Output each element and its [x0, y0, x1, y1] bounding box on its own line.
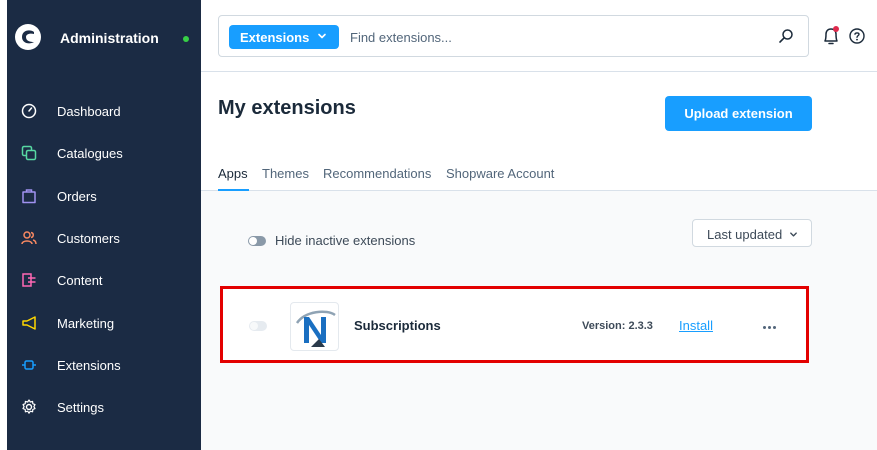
- nav-item-dashboard[interactable]: Dashboard: [7, 96, 201, 126]
- tab-recommendations[interactable]: Recommendations: [323, 166, 431, 181]
- extension-logo-icon: [295, 310, 336, 347]
- nav-label: Catalogues: [57, 146, 123, 161]
- toggle-knob: [249, 237, 257, 245]
- shopware-logo-icon[interactable]: [15, 24, 41, 50]
- tab-themes[interactable]: Themes: [262, 166, 309, 181]
- tab-apps[interactable]: Apps: [218, 166, 248, 181]
- sidebar-header: Administration: [7, 0, 201, 72]
- catalogues-icon: [21, 145, 37, 161]
- orders-icon: [22, 189, 36, 204]
- chevron-down-icon: [318, 33, 326, 39]
- extension-active-toggle[interactable]: [249, 321, 267, 331]
- toggle-knob: [250, 322, 258, 330]
- search-icon[interactable]: [778, 28, 794, 44]
- nav-item-orders[interactable]: Orders: [7, 181, 201, 211]
- customers-icon: [21, 231, 37, 245]
- more-actions-button[interactable]: [760, 315, 780, 335]
- sort-select[interactable]: Last updated: [692, 219, 812, 247]
- search-type-dropdown[interactable]: Extensions: [229, 25, 339, 49]
- search-bar: Extensions: [218, 15, 809, 57]
- content-icon: [22, 273, 36, 287]
- nav-label: Extensions: [57, 358, 121, 373]
- marketing-icon: [22, 316, 36, 330]
- notification-badge: [833, 26, 839, 32]
- extension-name: Subscriptions: [354, 318, 441, 333]
- sidebar: Administration Dashboard Catalogues Orde…: [7, 0, 201, 450]
- app-title: Administration: [60, 30, 159, 46]
- topbar: Extensions: [201, 0, 877, 72]
- status-indicator: [183, 36, 189, 42]
- dashboard-icon: [21, 103, 37, 119]
- settings-icon: [22, 399, 36, 414]
- extension-logo: [290, 302, 339, 351]
- page-title: My extensions: [218, 97, 356, 119]
- hide-inactive-toggle[interactable]: [248, 236, 266, 246]
- extension-card: Subscriptions Version: 2.3.3 Install: [220, 286, 809, 363]
- help-icon[interactable]: [849, 28, 865, 44]
- install-link[interactable]: Install: [679, 318, 713, 333]
- nav-label: Settings: [57, 400, 104, 415]
- nav-item-extensions[interactable]: Extensions: [7, 350, 201, 380]
- nav-item-content[interactable]: Content: [7, 265, 201, 295]
- tab-shopware-account[interactable]: Shopware Account: [446, 166, 554, 181]
- search-input[interactable]: [350, 26, 750, 48]
- dot: [763, 326, 766, 329]
- nav-item-catalogues[interactable]: Catalogues: [7, 138, 201, 168]
- nav-label: Content: [57, 273, 103, 288]
- nav-label: Orders: [57, 189, 97, 204]
- nav-label: Marketing: [57, 316, 115, 331]
- search-type-label: Extensions: [240, 30, 310, 45]
- nav-item-marketing[interactable]: Marketing: [7, 308, 201, 338]
- page-header: My extensions Upload extension Apps Them…: [201, 72, 877, 191]
- upload-extension-button[interactable]: Upload extension: [665, 96, 812, 131]
- extensions-icon: [22, 360, 36, 370]
- dot: [773, 326, 776, 329]
- chevron-down-icon: [790, 232, 797, 237]
- dot: [768, 326, 771, 329]
- nav-label: Customers: [57, 231, 120, 246]
- extension-version: Version: 2.3.3: [582, 320, 653, 332]
- app-window: Administration Dashboard Catalogues Orde…: [0, 0, 877, 450]
- extensions-content: Hide inactive extensions Last updated Su…: [201, 191, 877, 450]
- nav-label: Dashboard: [57, 104, 121, 119]
- hide-inactive-label: Hide inactive extensions: [275, 233, 416, 248]
- nav-item-customers[interactable]: Customers: [7, 223, 201, 253]
- nav-item-settings[interactable]: Settings: [7, 392, 201, 422]
- sort-label: Last updated: [707, 227, 783, 242]
